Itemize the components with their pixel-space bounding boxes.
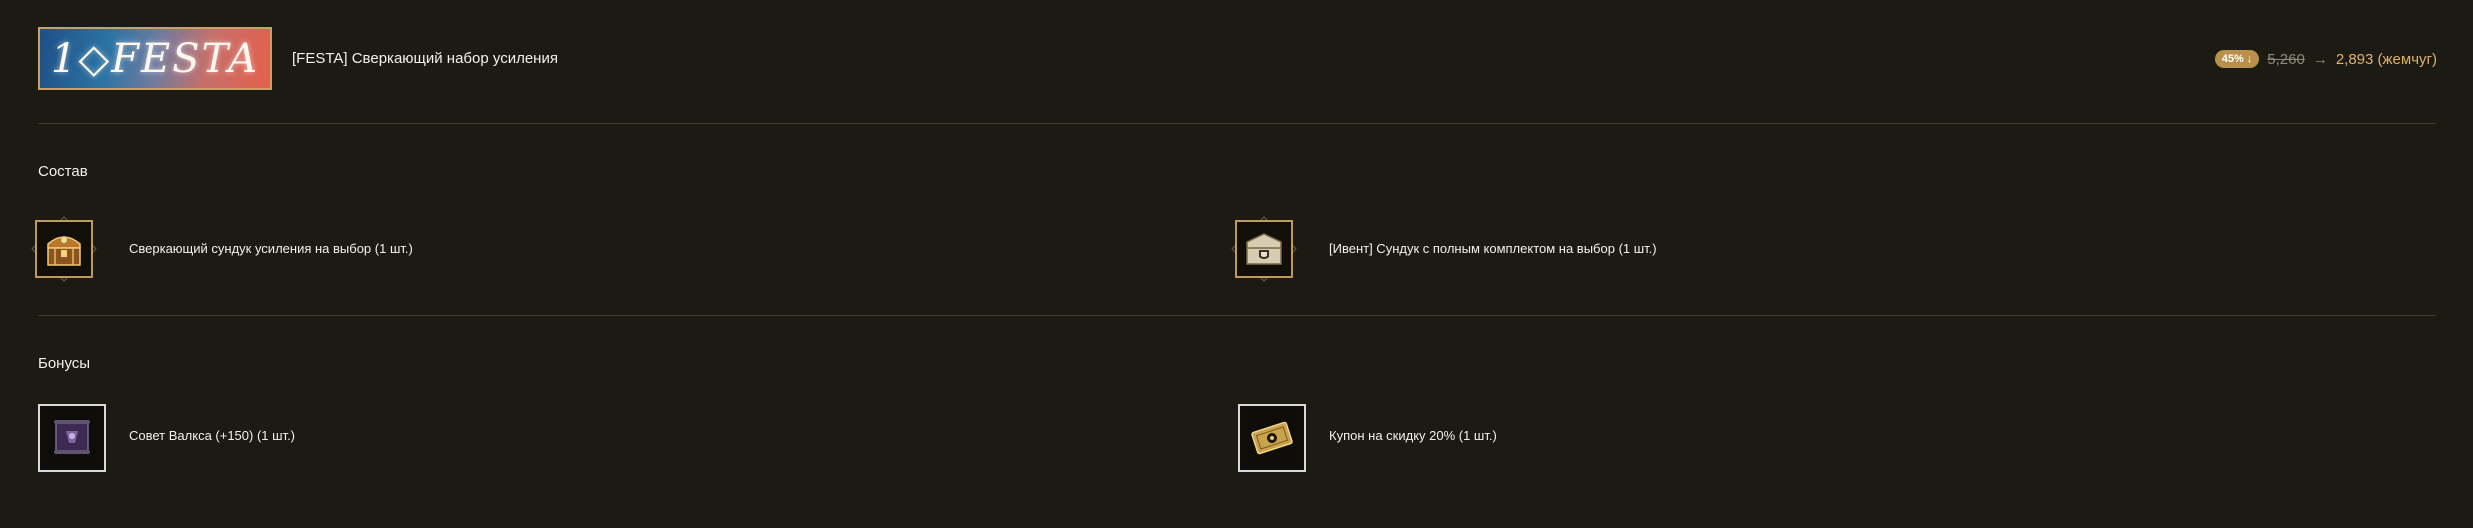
divider	[38, 123, 2436, 124]
contents-item-2-slot[interactable]	[1235, 220, 1293, 278]
banner-logo: 1◇FESTA	[51, 35, 259, 82]
bonus-item-2-slot[interactable]	[1238, 404, 1306, 472]
price-arrow: →	[2312, 50, 2328, 68]
price-block: 45% ↓ 5,260 → 2,893 (жемчуг)	[2214, 50, 2437, 68]
bonus-item-1-label: Совет Валкса (+150) (1 шт.)	[129, 428, 296, 443]
divider	[38, 315, 2436, 316]
new-price: 2,893 (жемчуг)	[2335, 50, 2437, 68]
bonus-item-2-label: Купон на скидку 20% (1 шт.)	[1329, 428, 1497, 443]
package-title: [FESTA] Сверкающий набор усиления	[292, 50, 558, 67]
contents-item-1-slot[interactable]	[35, 220, 93, 278]
old-price: 5,260	[2267, 50, 2305, 68]
coupon-icon	[1240, 406, 1304, 470]
contents-item-2-label: [Ивент] Сундук с полным комплектом на вы…	[1329, 241, 1657, 256]
shield-chest-icon	[1237, 222, 1291, 276]
valks-scroll-icon	[40, 406, 104, 470]
discount-badge: 45% ↓	[2214, 50, 2260, 68]
bonuses-heading: Бонусы	[38, 355, 91, 372]
golden-chest-icon	[37, 222, 91, 276]
bonus-item-1-slot[interactable]	[38, 404, 106, 472]
package-banner: 1◇FESTA	[38, 27, 272, 90]
contents-item-1-label: Сверкающий сундук усиления на выбор (1 ш…	[129, 241, 413, 256]
contents-heading: Состав	[38, 163, 88, 180]
